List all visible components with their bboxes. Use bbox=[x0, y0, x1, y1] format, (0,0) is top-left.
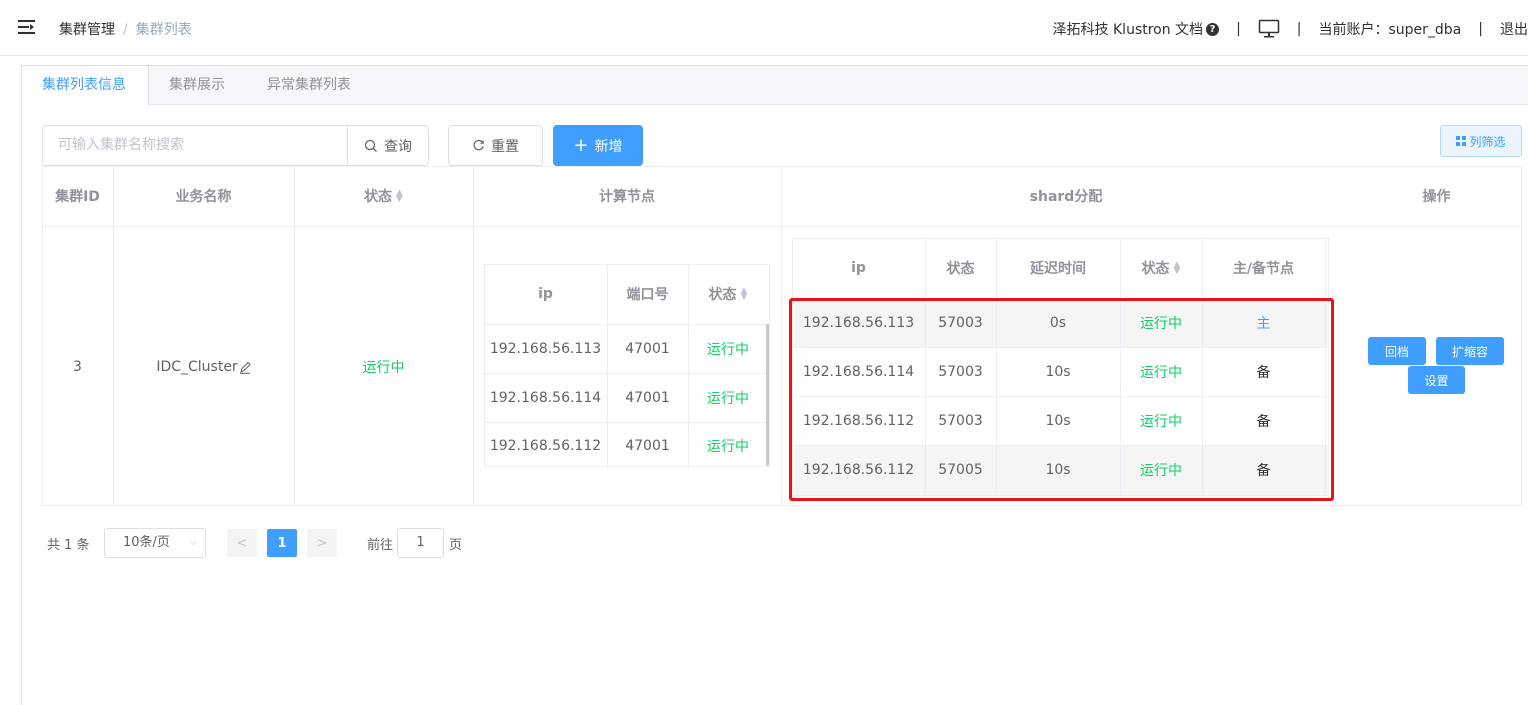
add-button[interactable]: + 新增 bbox=[553, 125, 643, 166]
compute-status: 运行中 bbox=[707, 342, 749, 358]
compute-header-status[interactable]: 状态 ▲ ▼ bbox=[688, 264, 768, 324]
rollback-button[interactable]: 回档 bbox=[1368, 337, 1426, 365]
shard-header-port-status: 状态 bbox=[946, 261, 975, 277]
compute-port: 47001 bbox=[625, 390, 670, 406]
header-operations: 操作 bbox=[1422, 189, 1451, 205]
reset-button[interactable]: 重置 bbox=[448, 125, 543, 166]
query-label: 查询 bbox=[384, 138, 412, 155]
chevron-down-icon: ⌵ bbox=[189, 537, 197, 548]
sort-icon[interactable]: ▲ ▼ bbox=[1174, 261, 1181, 276]
sort-icon[interactable]: ▲ ▼ bbox=[741, 287, 748, 302]
page-1-button[interactable]: 1 bbox=[267, 529, 297, 557]
compute-port: 47001 bbox=[625, 341, 670, 357]
compute-ip: 192.168.56.113 bbox=[489, 341, 602, 357]
current-account: 当前账户：super_dba bbox=[1318, 22, 1462, 38]
header-business-name: 业务名称 bbox=[175, 189, 232, 205]
compute-header-status-label: 状态 bbox=[708, 287, 737, 303]
pagination-total: 共 1 条 bbox=[47, 537, 90, 553]
edit-icon[interactable] bbox=[239, 360, 251, 374]
header-separator: | bbox=[1296, 21, 1302, 37]
cell-cluster-status: 运行中 bbox=[362, 359, 405, 376]
header-status[interactable]: 状态 ▲ ▼ bbox=[294, 166, 473, 226]
shard-header-ip: ip bbox=[851, 260, 866, 276]
breadcrumb-separator: / bbox=[123, 22, 128, 38]
compute-header-port: 端口号 bbox=[626, 287, 669, 303]
shard-header-status-label: 状态 bbox=[1141, 261, 1170, 277]
scale-button[interactable]: 扩缩容 bbox=[1436, 337, 1504, 365]
compute-port: 47001 bbox=[625, 438, 670, 454]
column-filter-label: 列筛选 bbox=[1469, 134, 1506, 149]
breadcrumb-cluster-list: 集群列表 bbox=[135, 22, 192, 38]
cluster-search-input[interactable]: 可输入集群名称搜索 bbox=[42, 125, 348, 166]
prev-page-button[interactable]: < bbox=[227, 529, 257, 557]
compute-ip: 192.168.56.114 bbox=[489, 390, 602, 406]
breadcrumb-cluster-management[interactable]: 集群管理 bbox=[59, 22, 115, 38]
cluster-name: IDC_Cluster bbox=[156, 358, 238, 375]
query-button[interactable]: 查询 bbox=[347, 125, 429, 166]
header-right-menu: 泽拓科技 Klustron 文档 ? | | 当前账户：super_dba | … bbox=[1053, 19, 1528, 39]
help-icon[interactable]: ? bbox=[1206, 22, 1220, 36]
grid-icon bbox=[1456, 136, 1467, 146]
tab-bar: 集群列表信息 集群展示 异常集群列表 bbox=[22, 66, 1528, 106]
docs-link[interactable]: 泽拓科技 Klustron 文档 bbox=[1053, 19, 1204, 39]
next-page-button[interactable]: > bbox=[307, 529, 337, 557]
goto-page-input[interactable]: 1 bbox=[397, 528, 444, 558]
compute-status: 运行中 bbox=[707, 391, 749, 407]
breadcrumb: 集群管理 / 集群列表 bbox=[59, 19, 192, 39]
header-compute-nodes: 计算节点 bbox=[599, 189, 655, 205]
top-header: 集群管理 / 集群列表 泽拓科技 Klustron 文档 ? | | 当前账户：su… bbox=[0, 0, 1528, 56]
header-shard: shard分配 bbox=[1029, 189, 1103, 205]
sort-icon[interactable]: ▲ ▼ bbox=[396, 189, 403, 204]
compute-status: 运行中 bbox=[707, 439, 749, 455]
tab-abnormal-cluster-list[interactable]: 异常集群列表 bbox=[267, 66, 351, 105]
compute-header-ip: ip bbox=[538, 286, 553, 302]
refresh-icon bbox=[473, 139, 484, 151]
settings-button[interactable]: 设置 bbox=[1408, 366, 1465, 394]
monitor-icon[interactable] bbox=[1258, 19, 1280, 39]
header-separator: | bbox=[1478, 21, 1483, 37]
shard-header-role: 主/备节点 bbox=[1232, 261, 1295, 277]
page-size-select[interactable]: 10条/页 ⌵ bbox=[104, 528, 206, 558]
cell-business-name: IDC_Cluster bbox=[113, 227, 294, 506]
shard-header-status[interactable]: 状态 ▲ ▼ bbox=[1120, 238, 1202, 298]
shard-header-delay: 延迟时间 bbox=[1030, 261, 1086, 277]
reset-label: 重置 bbox=[491, 138, 519, 155]
tab-cluster-list-info[interactable]: 集群列表信息 bbox=[22, 66, 149, 106]
header-separator: | bbox=[1236, 21, 1241, 37]
header-cluster-id: 集群ID bbox=[55, 189, 100, 205]
header-status-label: 状态 bbox=[364, 189, 393, 205]
compute-ip: 192.168.56.112 bbox=[489, 438, 602, 454]
tab-cluster-display[interactable]: 集群展示 bbox=[169, 66, 225, 105]
search-icon bbox=[364, 139, 377, 152]
plus-icon: + bbox=[573, 134, 589, 156]
highlight-annotation-box bbox=[789, 298, 1334, 501]
page-size-value: 10条/页 bbox=[123, 535, 170, 550]
goto-label: 前往 bbox=[367, 537, 394, 553]
logout-link[interactable]: 退出 bbox=[1500, 19, 1528, 39]
cell-cluster-id: 3 bbox=[73, 358, 82, 375]
menu-toggle-icon[interactable] bbox=[17, 17, 37, 37]
goto-unit: 页 bbox=[449, 537, 463, 553]
add-label: 新增 bbox=[594, 138, 623, 155]
column-filter-button[interactable]: 列筛选 bbox=[1440, 125, 1522, 157]
